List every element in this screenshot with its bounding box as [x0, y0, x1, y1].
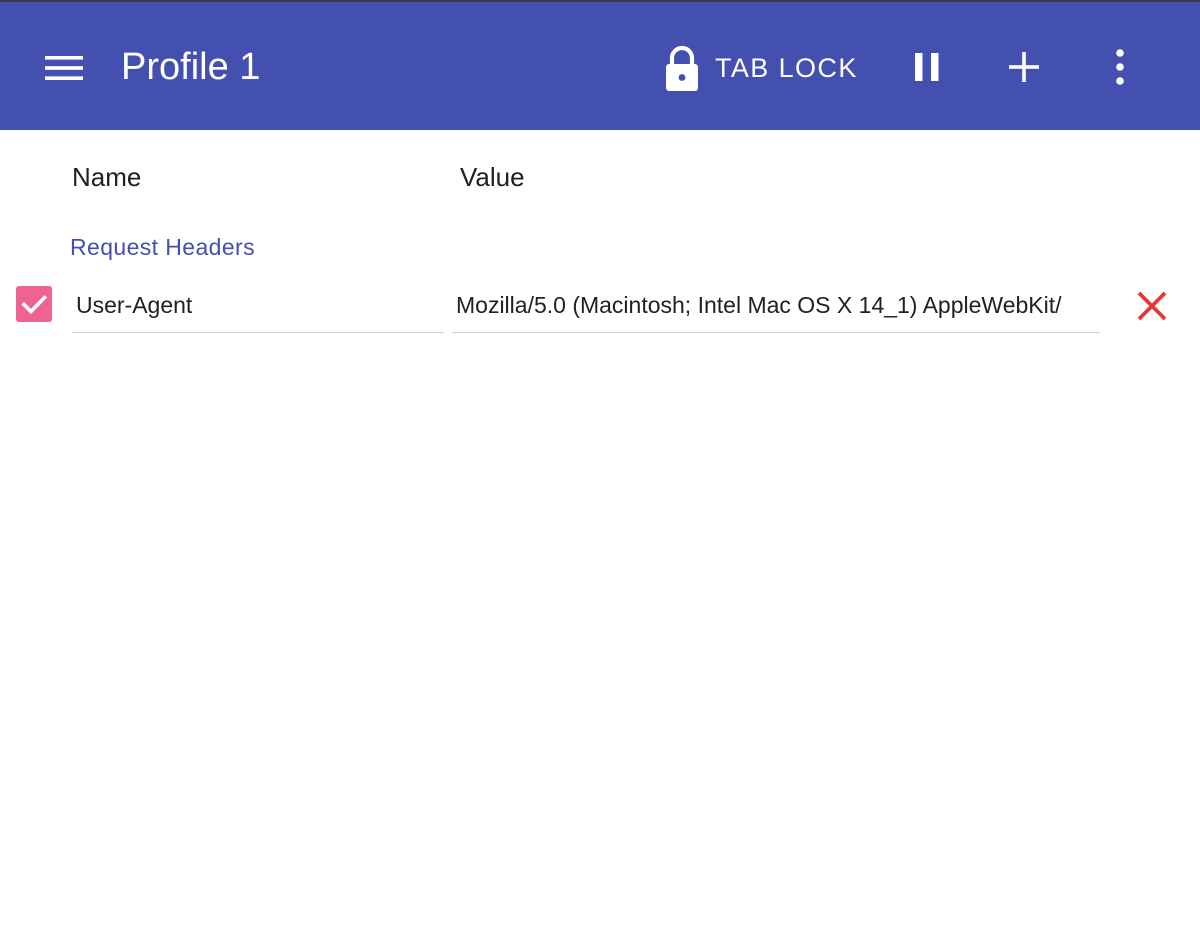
lock-icon — [666, 45, 698, 91]
pause-icon — [915, 53, 939, 81]
menu-button[interactable] — [40, 44, 88, 92]
header-name-field — [72, 282, 444, 333]
header-name-input[interactable] — [72, 282, 444, 328]
more-vert-icon — [1116, 49, 1124, 85]
app-bar: Profile 1 TAB LOCK — [0, 2, 1200, 130]
page: Profile 1 TAB LOCK Name Value Request He… — [0, 0, 1200, 930]
value-column-header: Value — [460, 162, 525, 192]
request-headers-title: Request Headers — [70, 234, 255, 260]
tab-lock-button[interactable]: TAB LOCK — [656, 40, 858, 96]
more-options-button[interactable] — [1096, 43, 1144, 91]
menu-icon — [45, 56, 83, 80]
add-button[interactable] — [1000, 43, 1048, 91]
add-icon — [1009, 52, 1039, 82]
header-value-field — [452, 282, 1100, 333]
pause-button[interactable] — [904, 43, 952, 91]
close-icon — [1137, 291, 1167, 321]
header-enabled-checkbox[interactable] — [16, 286, 52, 322]
tab-lock-label: TAB LOCK — [715, 52, 858, 83]
header-row — [0, 280, 1200, 340]
checkmark-icon — [21, 294, 48, 315]
header-value-input[interactable] — [452, 282, 1100, 328]
page-title: Profile 1 — [121, 46, 261, 88]
name-column-header: Name — [72, 162, 142, 192]
delete-header-button[interactable] — [1128, 282, 1176, 330]
